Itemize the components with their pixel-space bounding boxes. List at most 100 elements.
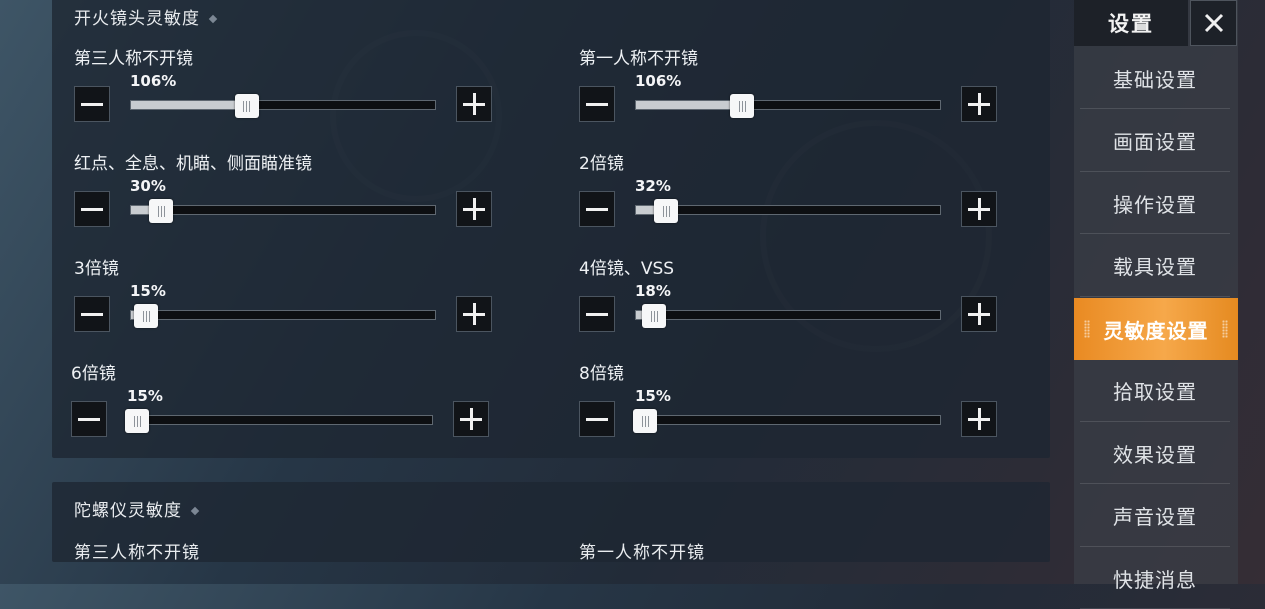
section-title-fire-scope: 开火镜头灵敏度 [74,4,218,29]
slider-thumb[interactable] [234,94,259,118]
sensitivity-setting: 红点、全息、机瞄、侧面瞄准镜 30% [74,149,514,239]
decrease-button[interactable] [579,296,615,332]
sensitivity-slider[interactable] [130,304,436,328]
sidebar-item[interactable]: 声音设置 [1080,486,1230,547]
minus-icon [81,312,103,316]
decrease-button[interactable] [74,296,110,332]
sidebar-item[interactable]: 基础设置 [1080,48,1230,109]
gyro-setting-label-first-person: 第一人称不开镜 [579,543,705,563]
diamond-icon [190,506,200,516]
close-button[interactable] [1190,0,1237,46]
increase-button[interactable] [961,401,997,437]
setting-value: 15% [635,387,671,405]
increase-button[interactable] [961,191,997,227]
gyro-sensitivity-panel: 陀螺仪灵敏度 第三人称不开镜 第一人称不开镜 [52,482,1050,563]
section-title-text: 陀螺仪灵敏度 [74,501,182,521]
grip-icon [1222,320,1228,338]
plus-icon [968,303,990,325]
sensitivity-setting: 6倍镜 15% [71,359,511,449]
minus-icon [78,417,100,421]
setting-label: 8倍镜 [579,364,624,384]
sidebar-item[interactable]: 快捷消息 [1080,548,1230,609]
sidebar-item-label: 画面设置 [1113,130,1197,154]
close-icon [1204,13,1223,33]
plus-icon [463,198,485,220]
slider-thumb[interactable] [149,199,174,223]
setting-label: 红点、全息、机瞄、侧面瞄准镜 [74,154,312,174]
diamond-icon [208,14,218,24]
section-title-gyro: 陀螺仪灵敏度 [74,496,200,521]
sensitivity-setting: 第一人称不开镜 106% [579,44,1019,134]
sensitivity-slider[interactable] [130,199,436,223]
increase-button[interactable] [961,296,997,332]
sidebar-item-label: 操作设置 [1113,192,1197,217]
setting-value: 15% [130,282,166,300]
plus-icon [968,198,990,220]
minus-icon [81,102,103,106]
sensitivity-setting: 第三人称不开镜 106% [74,44,514,134]
sensitivity-setting: 4倍镜、VSS 18% [579,254,1019,344]
slider-thumb[interactable] [642,304,667,328]
decrease-button[interactable] [74,86,110,122]
sidebar-item[interactable]: 拾取设置 [1080,361,1230,422]
sidebar-item-label: 灵敏度设置 [1103,318,1209,343]
plus-icon [968,93,990,115]
setting-value: 30% [130,177,166,195]
sensitivity-slider[interactable] [635,94,941,118]
setting-value: 18% [635,282,671,300]
decrease-button[interactable] [71,401,107,437]
setting-label: 3倍镜 [74,259,119,279]
sensitivity-slider[interactable] [633,409,941,433]
sensitivity-slider[interactable] [130,94,436,118]
sensitivity-setting: 3倍镜 15% [74,254,514,344]
fire-scope-sensitivity-panel: 开火镜头灵敏度 第三人称不开镜 106% 第一人称不开镜 106% 红点、全息、… [52,0,1050,458]
sidebar-item-label: 拾取设置 [1113,380,1197,404]
setting-label: 第一人称不开镜 [579,49,698,69]
increase-button[interactable] [456,86,492,122]
slider-thumb[interactable] [633,409,658,433]
plus-icon [463,93,485,115]
setting-value: 32% [635,177,671,195]
sidebar-item-label: 载具设置 [1113,255,1197,279]
setting-value: 106% [130,72,177,90]
plus-icon [460,408,482,430]
slider-thumb[interactable] [730,94,755,118]
sidebar-item-label: 快捷消息 [1113,567,1197,592]
increase-button[interactable] [453,401,489,437]
gyro-setting-label-third-person: 第三人称不开镜 [74,543,200,563]
decrease-button[interactable] [579,86,615,122]
slider-fill [636,101,743,109]
setting-value: 106% [635,72,682,90]
sidebar-item[interactable]: 效果设置 [1080,423,1230,484]
sidebar-item[interactable]: 载具设置 [1080,236,1230,297]
increase-button[interactable] [961,86,997,122]
sidebar-item-label: 效果设置 [1113,442,1197,467]
minus-icon [586,417,608,421]
section-title-text: 开火镜头灵敏度 [74,9,200,29]
sensitivity-slider[interactable] [635,199,941,223]
decrease-button[interactable] [74,191,110,227]
plus-icon [463,303,485,325]
minus-icon [586,312,608,316]
setting-label: 第三人称不开镜 [74,49,193,69]
setting-label: 6倍镜 [71,364,116,384]
slider-thumb[interactable] [654,199,679,223]
sidebar-item-label: 基础设置 [1113,67,1197,92]
sensitivity-slider[interactable] [125,409,433,433]
slider-thumb[interactable] [125,409,150,433]
increase-button[interactable] [456,296,492,332]
setting-label: 4倍镜、VSS [579,259,675,279]
plus-icon [968,408,990,430]
sidebar-item[interactable]: 灵敏度设置 [1074,298,1238,360]
minus-icon [586,102,608,106]
setting-label: 2倍镜 [579,154,624,174]
decrease-button[interactable] [579,191,615,227]
sidebar-item-label: 声音设置 [1113,505,1197,529]
decrease-button[interactable] [579,401,615,437]
sidebar-item[interactable]: 画面设置 [1080,111,1230,172]
sensitivity-slider[interactable] [635,304,941,328]
sidebar-item[interactable]: 操作设置 [1080,173,1230,234]
slider-thumb[interactable] [134,304,159,328]
increase-button[interactable] [456,191,492,227]
setting-value: 15% [127,387,163,405]
